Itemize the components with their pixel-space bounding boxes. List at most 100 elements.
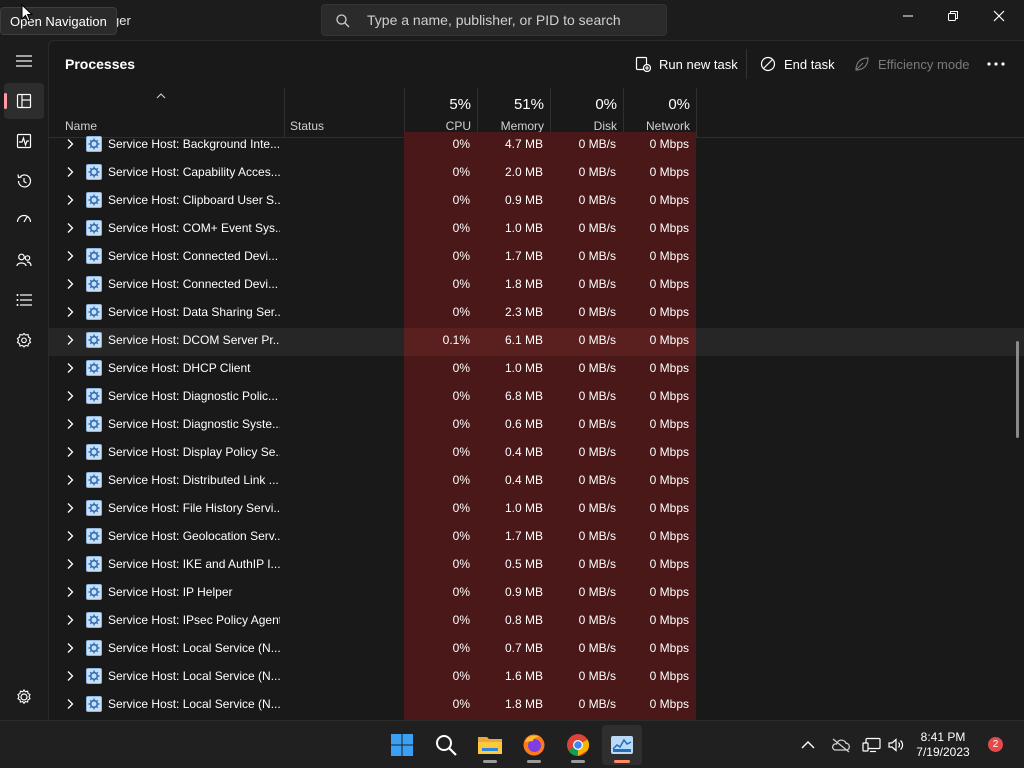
expand-chevron-icon[interactable] [65,306,75,318]
table-row[interactable]: Service Host: Display Policy Se... 0% 0.4 … [49,440,1024,468]
table-row[interactable]: Service Host: Connected Devi... 0% 1.8 MB 0… [49,272,1024,300]
expand-chevron-icon[interactable] [65,390,75,402]
table-row[interactable]: Service Host: COM+ Event Sys... 0% 1.0 MB 0… [49,216,1024,244]
search-input[interactable] [367,10,657,30]
process-memory: 1.6 MB [477,664,550,692]
nav-details[interactable] [4,282,44,318]
show-hidden-icons-button[interactable] [800,721,816,768]
clock-button[interactable]: 8:41 PM 7/19/2023 [910,730,976,760]
expand-chevron-icon[interactable] [65,166,75,178]
process-network: 0 Mbps [623,608,696,636]
process-status [284,468,404,496]
expand-chevron-icon[interactable] [65,194,75,206]
table-row[interactable]: Service Host: IPsec Policy Agent 0% 0.8 MB… [49,608,1024,636]
end-task-button[interactable]: End task [760,49,835,79]
process-cpu: 0% [404,664,477,692]
expand-chevron-icon[interactable] [65,138,75,150]
table-row[interactable]: Service Host: Diagnostic Polic... 0% 6.8 M… [49,384,1024,412]
hamburger-menu-button[interactable] [4,43,44,79]
process-status [284,636,404,664]
vertical-scrollbar[interactable] [1016,341,1019,438]
taskbar-search-button[interactable] [426,725,466,765]
table-row[interactable]: Service Host: Local Service (N... 0% 1.8 M… [49,692,1024,720]
nav-app-history[interactable] [4,163,44,199]
table-row[interactable]: Service Host: DHCP Client 0% 1.0 MB 0 MB/s 0… [49,356,1024,384]
nav-settings[interactable] [14,687,34,707]
nav-users[interactable] [4,242,44,278]
column-header-name[interactable]: Name [59,88,284,138]
column-header-network[interactable]: 0% Network [623,88,696,138]
taskbar-firefox[interactable] [514,725,554,765]
table-row[interactable]: Service Host: Geolocation Serv... 0% 1.7 M… [49,524,1024,552]
expand-chevron-icon[interactable] [65,278,75,290]
mouse-cursor-icon [21,4,33,22]
column-header-status[interactable]: Status [284,88,404,138]
table-row[interactable]: Service Host: File History Servi... 0% 1.0… [49,496,1024,524]
process-memory: 1.8 MB [477,692,550,720]
expand-chevron-icon[interactable] [65,474,75,486]
taskbar-task-manager[interactable] [602,725,642,765]
table-row[interactable]: Service Host: Diagnostic Syste... 0% 0.6 M… [49,412,1024,440]
table-row[interactable]: Service Host: Background Inte... 0% 4.7 MB… [49,132,1024,160]
start-button[interactable] [382,725,422,765]
process-cpu: 0% [404,188,477,216]
close-button[interactable] [976,0,1022,32]
expand-chevron-icon[interactable] [65,670,75,682]
process-cpu: 0% [404,160,477,188]
service-host-icon [86,556,102,572]
notification-badge[interactable]: 2 [988,737,1003,752]
table-row[interactable]: Service Host: IKE and AuthIP I... 0% 0.5 M… [49,552,1024,580]
expand-chevron-icon[interactable] [65,446,75,458]
process-name: Service Host: Distributed Link ... [108,473,279,487]
search-box[interactable] [321,4,667,36]
expand-chevron-icon[interactable] [65,530,75,542]
nav-performance[interactable] [4,123,44,159]
table-row[interactable]: Service Host: DCOM Server Pr... 0.1% 6.1 M… [49,328,1024,356]
table-row[interactable]: Service Host: Clipboard User S... 0% 0.9 M… [49,188,1024,216]
process-status [284,244,404,272]
run-new-task-button[interactable]: Run new task [635,49,738,79]
volume-button[interactable] [887,721,905,768]
expand-chevron-icon[interactable] [65,334,75,346]
expand-chevron-icon[interactable] [65,222,75,234]
expand-chevron-icon[interactable] [65,586,75,598]
table-row[interactable]: Service Host: IP Helper 0% 0.9 MB 0 MB/s 0 M… [49,580,1024,608]
restore-button[interactable] [930,0,976,32]
onedrive-button[interactable] [831,721,851,768]
processes-icon [16,93,32,109]
service-host-icon [86,248,102,264]
nav-startup-apps[interactable] [4,202,44,238]
network-button[interactable] [862,721,882,768]
active-indicator [4,93,7,109]
taskbar-file-explorer[interactable] [470,725,510,765]
nav-processes[interactable] [4,83,44,119]
expand-chevron-icon[interactable] [65,418,75,430]
expand-chevron-icon[interactable] [65,362,75,374]
process-cpu: 0% [404,244,477,272]
table-row[interactable]: Service Host: Capability Acces... 0% 2.0 M… [49,160,1024,188]
table-row[interactable]: Service Host: Distributed Link ... 0% 0.4 … [49,468,1024,496]
minimize-button[interactable] [885,0,931,32]
expand-chevron-icon[interactable] [65,614,75,626]
more-options-button[interactable] [987,49,1005,79]
column-header-memory[interactable]: 51% Memory [477,88,550,138]
efficiency-mode-button[interactable]: Efficiency mode [854,49,970,79]
task-manager-icon [611,736,633,754]
nav-services[interactable] [4,322,44,358]
taskbar-chrome[interactable] [558,725,598,765]
table-row[interactable]: Service Host: Local Service (N... 0% 1.6 M… [49,664,1024,692]
expand-chevron-icon[interactable] [65,698,75,710]
expand-chevron-icon[interactable] [65,250,75,262]
table-row[interactable]: Service Host: Local Service (N... 0% 0.7 M… [49,636,1024,664]
table-row[interactable]: Service Host: Data Sharing Ser... 0% 2.3 M… [49,300,1024,328]
expand-chevron-icon[interactable] [65,642,75,654]
column-header-disk[interactable]: 0% Disk [550,88,623,138]
service-host-icon [86,220,102,236]
expand-chevron-icon[interactable] [65,502,75,514]
process-cpu: 0% [404,580,477,608]
expand-chevron-icon[interactable] [65,558,75,570]
network-icon [862,737,881,753]
column-header-cpu[interactable]: 5% CPU [404,88,477,138]
table-row[interactable]: Service Host: Connected Devi... 0% 1.7 MB 0… [49,244,1024,272]
hamburger-icon [16,55,32,67]
